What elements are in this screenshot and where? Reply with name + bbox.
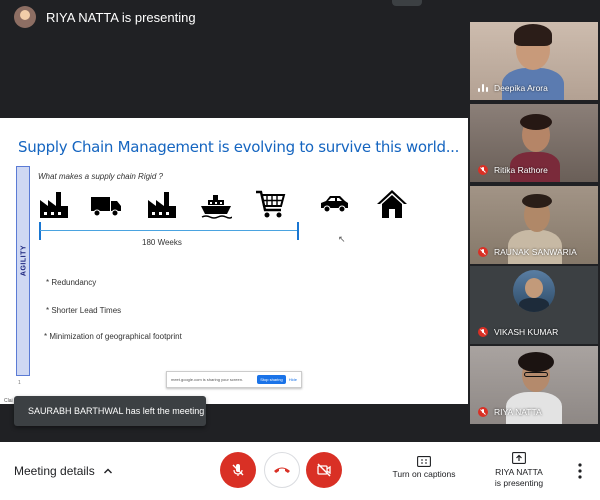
- speaking-indicator-icon: [478, 84, 488, 92]
- bullet-item: * Shorter Lead Times: [46, 306, 122, 315]
- presenter-avatar: [14, 6, 36, 28]
- bullet-item: * Redundancy: [46, 278, 97, 287]
- timeline-end-tick: [297, 222, 299, 240]
- present-screen-icon: [512, 452, 526, 464]
- presenter-title: RIYA NATTA is presenting: [46, 9, 196, 25]
- mute-microphone-button[interactable]: [220, 452, 256, 488]
- participant-tile[interactable]: Ritika Rathore: [470, 104, 598, 182]
- muted-mic-icon: [478, 407, 488, 417]
- slide-footer-text: Clai: [4, 398, 13, 404]
- car-icon: [321, 196, 348, 213]
- captions-icon: [417, 456, 431, 467]
- ship-icon: [201, 195, 232, 219]
- cart-icon: [256, 190, 286, 218]
- participant-tile[interactable]: Deepika Arora: [470, 22, 598, 100]
- camera-off-icon: [317, 463, 331, 477]
- timeline-label: 180 Weeks: [142, 238, 182, 247]
- mic-off-icon: [232, 464, 244, 476]
- slide-question: What makes a supply chain Rigid ?: [38, 172, 163, 181]
- meeting-details-button[interactable]: Meeting details: [14, 464, 113, 478]
- presenting-line1: RIYA NATTA: [495, 467, 543, 477]
- presenting-line2: is presenting: [494, 478, 544, 488]
- timeline-start-tick: [39, 222, 41, 240]
- muted-mic-icon: [478, 165, 488, 175]
- left-meeting-toast: SAURABH BARTHWAL has left the meeting: [14, 396, 206, 426]
- participant-avatar: [513, 270, 555, 312]
- participant-tile[interactable]: RAUNAK SANWARIA: [470, 186, 598, 264]
- participant-name: RAUNAK SANWARIA: [494, 247, 577, 257]
- stop-sharing-button[interactable]: Stop sharing: [257, 375, 286, 384]
- participant-tile[interactable]: RIYA NATTA: [470, 346, 598, 424]
- mouse-cursor-icon: ↖: [338, 234, 346, 244]
- factory-icon: [40, 192, 68, 218]
- captions-label: Turn on captions: [392, 469, 456, 479]
- top-handle: [392, 0, 422, 6]
- share-bar-text: meet.google.com is sharing your screen.: [171, 377, 244, 382]
- participant-name: Ritika Rathore: [494, 165, 548, 175]
- presenting-button[interactable]: RIYA NATTA is presenting: [484, 452, 554, 489]
- more-options-icon[interactable]: [574, 462, 586, 480]
- toast-message: SAURABH BARTHWAL has left the meeting: [28, 406, 205, 416]
- timeline-arrow: [40, 230, 298, 231]
- turn-off-camera-button[interactable]: [306, 452, 342, 488]
- shared-screen-slide: Supply Chain Management is evolving to s…: [0, 118, 468, 404]
- slide-title: Supply Chain Management is evolving to s…: [18, 138, 460, 156]
- bullet-item: * Minimization of geographical footprint: [44, 332, 182, 341]
- meeting-details-label: Meeting details: [14, 464, 95, 478]
- meet-window: RIYA NATTA is presenting Supply Chain Ma…: [0, 0, 600, 500]
- supply-chain-icon-row: [0, 188, 468, 222]
- participant-tile[interactable]: VIKASH KUMAR: [470, 266, 598, 344]
- participant-name: RIYA NATTA: [494, 407, 542, 417]
- muted-mic-icon: [478, 327, 488, 337]
- chevron-up-icon: [103, 468, 112, 474]
- captions-button[interactable]: Turn on captions: [390, 456, 458, 479]
- screen-share-bar: meet.google.com is sharing your screen. …: [166, 371, 302, 388]
- phone-hangup-icon: [274, 467, 290, 473]
- bottom-control-bar: Meeting details Turn on captions RIYA NA…: [0, 442, 600, 500]
- hide-share-bar-button[interactable]: Hide: [289, 377, 297, 382]
- slide-number: 1: [18, 380, 21, 386]
- truck-icon: [91, 197, 121, 217]
- leave-call-button[interactable]: [264, 452, 300, 488]
- muted-mic-icon: [478, 247, 488, 257]
- agility-label: AGILITY: [20, 244, 28, 277]
- factory-icon: [148, 192, 176, 218]
- participant-name: VIKASH KUMAR: [494, 327, 559, 337]
- participant-name: Deepika Arora: [494, 83, 548, 93]
- house-icon: [377, 190, 407, 218]
